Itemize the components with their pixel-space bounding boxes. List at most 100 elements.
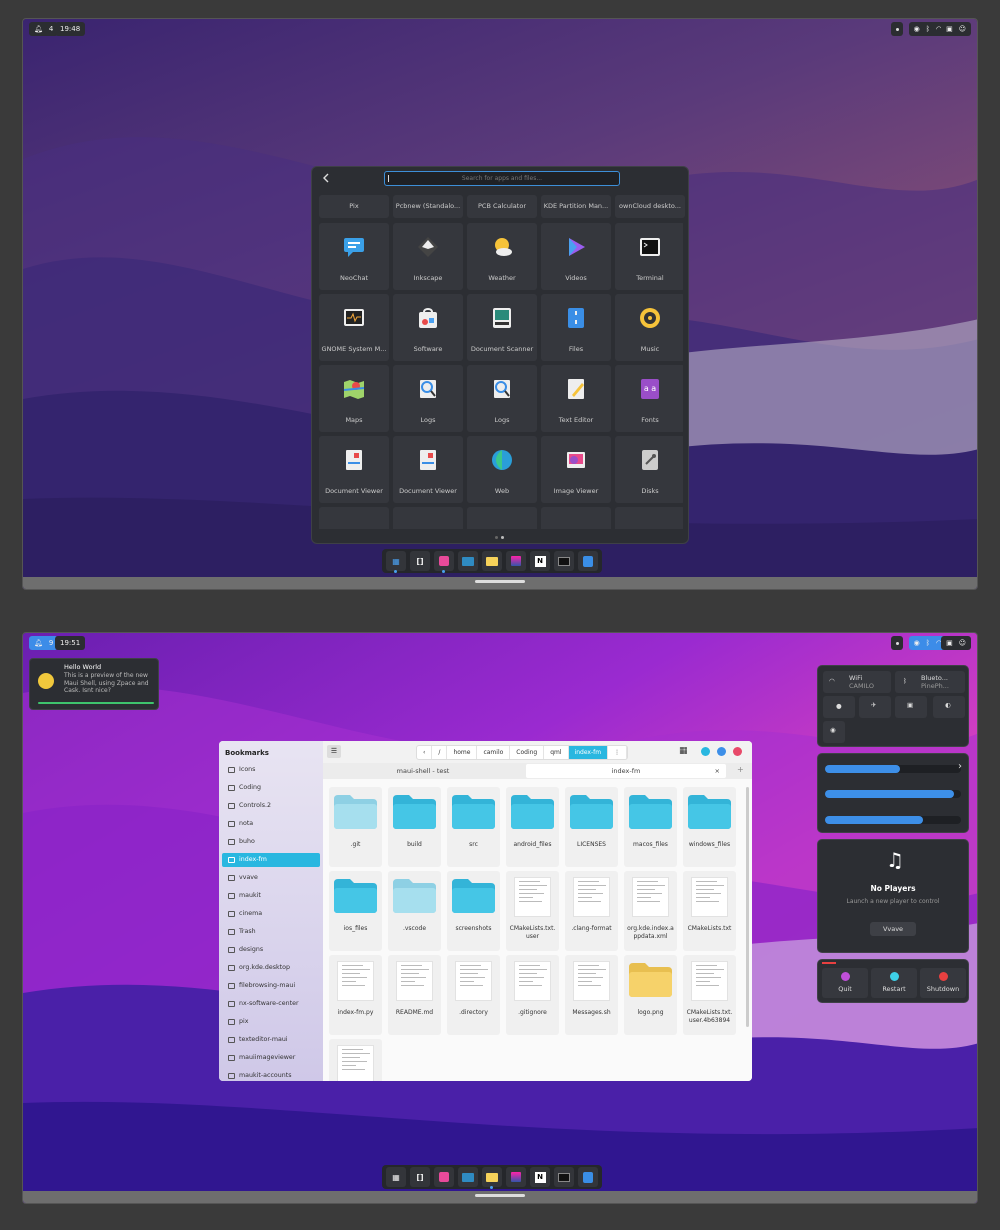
page-dot[interactable] (501, 536, 504, 539)
app-tile[interactable]: Files (541, 294, 611, 361)
airplane-toggle[interactable]: ✈ (859, 696, 891, 718)
nav-back-icon[interactable]: ‹ (417, 746, 433, 759)
sidebar-item[interactable]: nx-software-center (222, 997, 320, 1011)
file-item[interactable]: windows_files (683, 787, 736, 867)
sidebar-item[interactable]: Controls.2 (222, 799, 320, 813)
dock-app-notion[interactable]: N (530, 551, 550, 571)
file-item[interactable]: README.md (388, 955, 441, 1035)
bluetooth-toggle[interactable]: ᛒ Blueto... PinePh... (895, 671, 965, 693)
session-chip[interactable]: ▣ ☺ (941, 22, 971, 36)
app-tile[interactable]: Maps (319, 365, 389, 432)
file-item[interactable]: .directory (447, 955, 500, 1035)
sidebar-item[interactable]: designs (222, 943, 320, 957)
dark-mode-toggle[interactable]: ◐ (933, 696, 965, 718)
app-tile[interactable]: Logs (467, 365, 537, 432)
screen-toggle[interactable]: ▣ (895, 696, 927, 718)
app-tile[interactable]: Document Viewer (393, 436, 463, 503)
app-tile[interactable]: Software (393, 294, 463, 361)
sidebar-item[interactable]: buho (222, 835, 320, 849)
tab-index-fm[interactable]: index-fm × (526, 764, 726, 778)
file-item[interactable]: CMakeLists.txt.user (506, 871, 559, 951)
dock-app-browser[interactable] (578, 551, 598, 571)
sidebar-item[interactable]: org.kde.desktop (222, 961, 320, 975)
sidebar-item[interactable]: maukit-accounts (222, 1069, 320, 1081)
back-arrow-icon[interactable] (320, 172, 332, 184)
app-tile[interactable]: Terminal (615, 223, 683, 290)
tab-maui-shell[interactable]: maui-shell - test (323, 763, 523, 779)
add-tab-icon[interactable]: + (737, 765, 744, 774)
sidebar-item[interactable]: texteditor-maui (222, 1033, 320, 1047)
app-tile[interactable]: NeoChat (319, 223, 389, 290)
clock[interactable]: 19:51 (55, 636, 86, 650)
file-item[interactable]: CMakeLists.txt.user.4b63894 (683, 955, 736, 1035)
dock-app-files[interactable] (482, 551, 502, 571)
breadcrumb-item[interactable]: home (447, 746, 478, 759)
vvave-button[interactable]: Vvave (870, 922, 916, 936)
more-icon[interactable]: ⋮ (608, 746, 628, 759)
dock-app-gallery[interactable] (506, 1167, 526, 1187)
notifications-chip[interactable]: 🔔︎ 9 (29, 636, 59, 650)
file-item[interactable]: logo.png (624, 955, 677, 1035)
recent-app[interactable]: Pix (319, 195, 389, 218)
file-item[interactable]: build (388, 787, 441, 867)
app-tile[interactable]: Inkscape (393, 223, 463, 290)
scrollbar[interactable] (746, 787, 749, 1027)
home-indicator[interactable] (475, 1194, 525, 1197)
dock-app-monitor[interactable] (458, 1167, 478, 1187)
app-tile[interactable]: Image Viewer (541, 436, 611, 503)
sidebar-item[interactable]: nota (222, 817, 320, 831)
sidebar-item[interactable]: cinema (222, 907, 320, 921)
app-tile[interactable]: GNOME System M... (319, 294, 389, 361)
sidebar-toggle-icon[interactable]: ☰ (327, 745, 341, 758)
volume-slider[interactable] (825, 765, 961, 773)
session-chip[interactable]: ▣ ☺ (941, 636, 971, 650)
recent-app[interactable]: ownCloud deskto... (615, 195, 685, 218)
app-tile[interactable]: Music (615, 294, 683, 361)
sidebar-item[interactable]: Trash (222, 925, 320, 939)
file-item[interactable]: LICENSES (565, 787, 618, 867)
file-item[interactable]: macos_files (624, 787, 677, 867)
file-item[interactable]: Messages.sh (565, 955, 618, 1035)
file-item[interactable]: src (447, 787, 500, 867)
page-dot[interactable] (495, 536, 498, 539)
app-tile[interactable]: Videos (541, 223, 611, 290)
app-tile[interactable]: Disks (615, 436, 683, 503)
dock-launcher[interactable]: ▦ (386, 551, 406, 573)
dock-app-pink[interactable] (434, 1167, 454, 1187)
dock-app-browser[interactable] (578, 1167, 598, 1187)
brightness-slider[interactable] (825, 790, 961, 798)
app-tile[interactable]: Text Editor (541, 365, 611, 432)
dock-workspaces[interactable]: [] (410, 1167, 430, 1187)
file-item[interactable]: .gitignore (506, 955, 559, 1035)
home-indicator[interactable] (475, 580, 525, 583)
notification-popup[interactable]: Hello World This is a preview of the new… (29, 658, 159, 710)
dock-launcher[interactable]: ▦ (386, 1167, 406, 1187)
file-item[interactable]: ios_files (329, 871, 382, 951)
mic-slider[interactable] (825, 816, 961, 824)
file-item[interactable]: .clang-format (565, 871, 618, 951)
breadcrumb-item[interactable]: qml (544, 746, 569, 759)
quit-button[interactable]: Quit (822, 968, 868, 998)
sidebar-item[interactable]: index-fm (222, 853, 320, 867)
recent-app[interactable]: KDE Partition Man... (541, 195, 611, 218)
window-maximize-button[interactable] (717, 747, 726, 756)
app-tile[interactable] (541, 507, 611, 529)
mic-toggle[interactable]: ● (823, 696, 855, 718)
view-grid-icon[interactable]: ▦ (679, 746, 688, 756)
sidebar-item[interactable]: Coding (222, 781, 320, 795)
restart-button[interactable]: Restart (871, 968, 917, 998)
dock-app-pink[interactable] (434, 551, 454, 573)
launcher-search-input[interactable]: Search for apps and files... (384, 171, 620, 186)
file-item[interactable]: org.kde.index.appdata.xml (624, 871, 677, 951)
app-tile[interactable]: Web (467, 436, 537, 503)
sidebar-item[interactable]: pix (222, 1015, 320, 1029)
breadcrumb-item[interactable]: camilo (477, 746, 511, 759)
sidebar-item[interactable]: filebrowsing-maui (222, 979, 320, 993)
app-tile[interactable] (467, 507, 537, 529)
clock[interactable]: 19:48 (55, 22, 86, 36)
close-tab-icon[interactable]: × (715, 764, 720, 778)
file-item[interactable] (329, 1039, 382, 1081)
notifications-chip[interactable]: 🔔︎ 4 (29, 22, 59, 36)
wifi-toggle[interactable]: ◠ WiFi CAMILO (823, 671, 891, 693)
dock-app-notion[interactable]: N (530, 1167, 550, 1187)
